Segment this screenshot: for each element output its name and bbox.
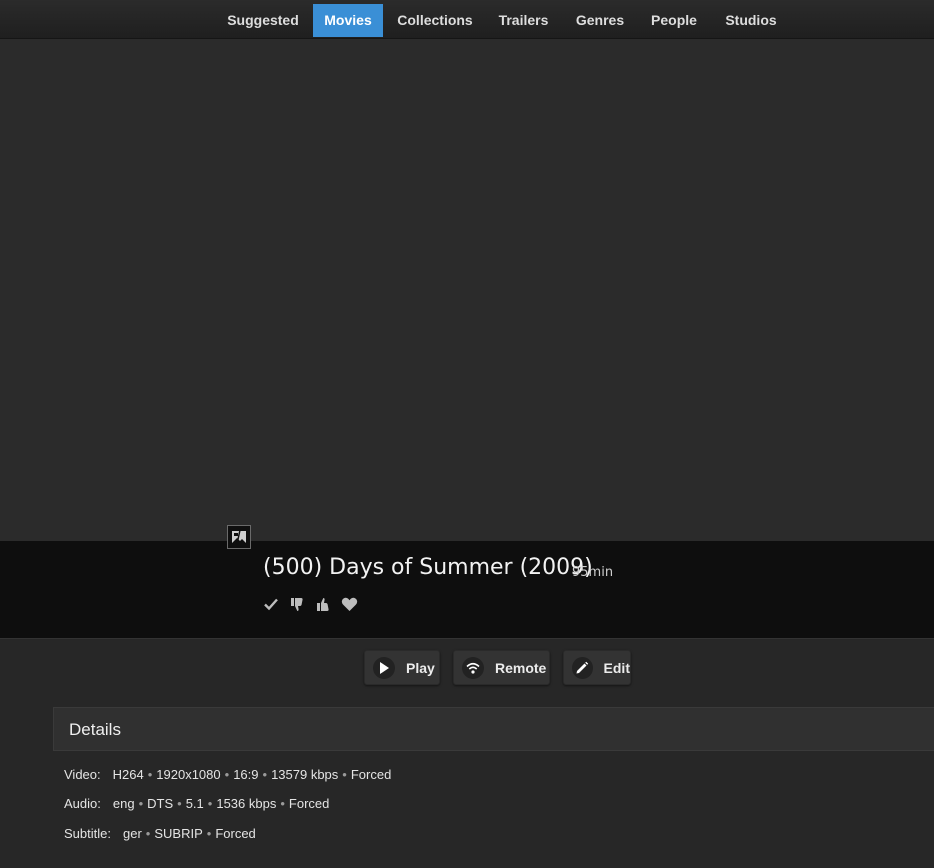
movie-runtime: 95min (572, 565, 614, 580)
movie-title: (500) Days of Summer (2009) (263, 555, 593, 580)
wifi-icon (462, 656, 484, 679)
remote-button-label: Remote (495, 659, 547, 676)
video-forced: Forced (350, 767, 392, 782)
play-icon (373, 656, 395, 679)
thumbs-down-icon[interactable] (288, 595, 306, 613)
edit-button[interactable]: Edit (563, 650, 631, 685)
remote-button[interactable]: Remote (453, 650, 550, 685)
subtitle-label: Subtitle: (64, 826, 111, 841)
subtitle-language: ger (122, 826, 142, 841)
video-aspect: 16:9 (233, 767, 259, 782)
details-header[interactable]: Details (53, 707, 934, 751)
subtitle-forced: Forced (215, 826, 256, 841)
backdrop-image (0, 39, 934, 541)
audio-label: Audio: (64, 796, 101, 811)
video-resolution: 1920x1080 (156, 767, 221, 782)
audio-bitrate: 1536 kbps (216, 796, 277, 811)
audio-language: eng (112, 796, 135, 811)
tab-people[interactable]: People (644, 4, 704, 37)
top-nav: Suggested Movies Collections Trailers Ge… (0, 0, 934, 39)
tab-studios[interactable]: Studios (720, 4, 782, 37)
tab-movies[interactable]: Movies (313, 4, 383, 37)
video-bitrate: 13579 kbps (271, 767, 339, 782)
video-label: Video: (64, 767, 101, 782)
edit-button-label: Edit (603, 659, 630, 676)
heart-icon[interactable] (340, 595, 358, 613)
tab-suggested[interactable]: Suggested (222, 4, 304, 37)
audio-codec: DTS (147, 796, 174, 811)
tab-collections[interactable]: Collections (392, 4, 478, 37)
rating-controls (262, 594, 358, 614)
audio-channels: 5.1 (185, 796, 204, 811)
tab-trailers[interactable]: Trailers (492, 4, 555, 37)
audio-info: Audio: eng • DTS • 5.1 • 1536 kbps • Forced (64, 796, 330, 811)
check-icon[interactable] (262, 595, 280, 613)
play-button[interactable]: Play (364, 650, 440, 685)
tab-genres[interactable]: Genres (570, 4, 630, 37)
video-codec: H264 (112, 767, 144, 782)
video-info: Video: H264 • 1920x1080 • 16:9 • 13579 kbps • For… (64, 767, 392, 782)
audio-forced: Forced (288, 796, 330, 811)
pencil-icon (572, 656, 593, 679)
subtitle-format: SUBRIP (154, 826, 203, 841)
subtitle-info: Subtitle: ger • SUBRIP • Forced (64, 826, 256, 841)
play-button-label: Play (406, 659, 435, 676)
thumbs-up-icon[interactable] (314, 595, 332, 613)
details-title: Details (69, 720, 121, 739)
broken-image-icon (227, 525, 251, 549)
